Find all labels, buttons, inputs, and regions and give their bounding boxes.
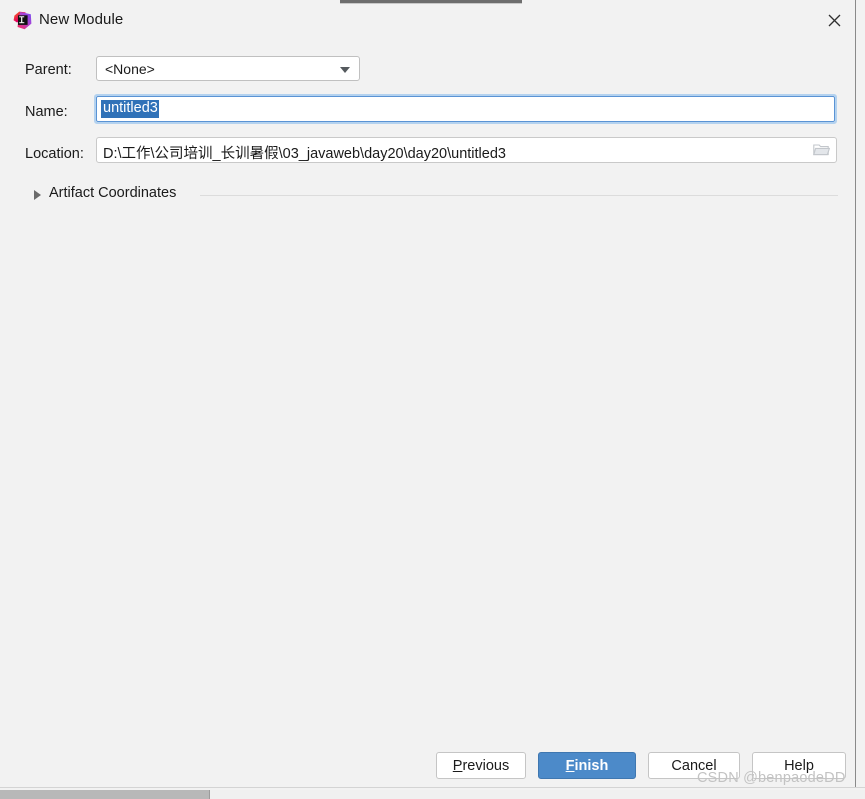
- parent-combobox[interactable]: <None>: [96, 56, 360, 81]
- previous-button-mnemonic: P: [453, 758, 463, 774]
- dialog-button-bar: Previous Finish Cancel Help: [0, 740, 856, 787]
- dialog-content: Parent: <None> Name: untitled3 Location:…: [0, 37, 856, 740]
- name-input-value: untitled3: [101, 100, 159, 118]
- folder-icon[interactable]: [806, 138, 836, 162]
- location-input[interactable]: D:\工作\公司培训_长训暑假\03_javaweb\day20\day20\u…: [96, 137, 837, 163]
- new-module-dialog: New Module Parent: <None> Name: untitled…: [0, 0, 865, 799]
- finish-button-mnemonic: F: [566, 758, 575, 774]
- finish-button-label: inish: [575, 758, 609, 774]
- previous-button[interactable]: Previous: [436, 752, 526, 779]
- chevron-right-icon[interactable]: [34, 190, 41, 200]
- chevron-down-icon: [340, 67, 350, 73]
- window-right-gutter: [856, 0, 865, 787]
- parent-label: Parent:: [25, 62, 72, 78]
- cancel-button-label: Cancel: [671, 758, 716, 774]
- dialog-title: New Module: [39, 11, 123, 28]
- title-bar: New Module: [0, 4, 856, 37]
- artifact-coordinates-label[interactable]: Artifact Coordinates: [49, 185, 176, 201]
- cancel-button[interactable]: Cancel: [648, 752, 740, 779]
- scrollbar-thumb[interactable]: [0, 790, 210, 799]
- artifact-coordinates-section[interactable]: Artifact Coordinates: [25, 185, 838, 207]
- name-field-focus-ring: untitled3: [94, 94, 837, 124]
- location-label: Location:: [25, 146, 84, 162]
- window-right-border: [855, 0, 856, 787]
- location-input-value: D:\工作\公司培训_长训暑假\03_javaweb\day20\day20\u…: [103, 142, 506, 163]
- finish-button[interactable]: Finish: [538, 752, 636, 779]
- section-divider: [200, 195, 838, 196]
- parent-combobox-value: <None>: [105, 61, 155, 77]
- close-icon[interactable]: [813, 4, 856, 37]
- help-button-label: Help: [784, 758, 814, 774]
- name-label: Name:: [25, 104, 68, 120]
- previous-button-label: revious: [462, 758, 509, 774]
- name-input[interactable]: untitled3: [96, 96, 835, 122]
- help-button[interactable]: Help: [752, 752, 846, 779]
- horizontal-scrollbar[interactable]: [0, 787, 865, 799]
- intellij-idea-icon: [13, 11, 32, 30]
